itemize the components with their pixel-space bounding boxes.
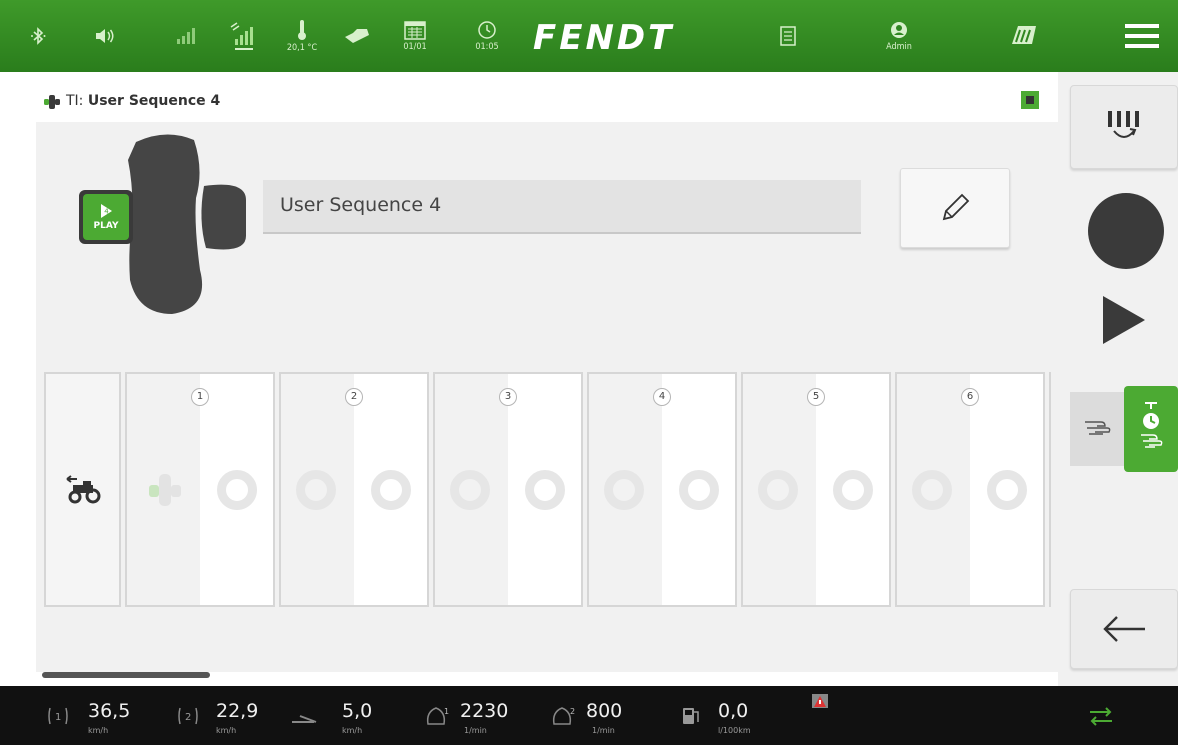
sequence-step-5[interactable]: 5: [741, 372, 891, 607]
temperature-readout: 20,1 °C: [286, 43, 318, 53]
rpm1-value: 2230: [460, 700, 509, 722]
sequence-step-2[interactable]: 2: [279, 372, 429, 607]
pedal-icon: [292, 715, 317, 723]
play-label: PLAY: [93, 221, 119, 231]
speed3-value: 5,0: [342, 700, 373, 722]
engine-rpm-icon: 1: [426, 707, 449, 725]
empty-slot-icon: [679, 470, 719, 510]
rpm2-unit: 1/min: [592, 726, 615, 735]
empty-slot-icon: [912, 470, 952, 510]
page-title: TI: User Sequence 4: [66, 93, 220, 109]
play-number: 4: [104, 208, 109, 216]
svg-text:1: 1: [55, 712, 61, 723]
field-icon[interactable]: [1008, 0, 1042, 72]
tractor-hitch-icon: [342, 0, 372, 72]
hand-icon: [1085, 421, 1111, 435]
speed3-unit: km/h: [342, 726, 363, 735]
empty-slot-icon: [296, 470, 336, 510]
svg-text:1: 1: [444, 707, 449, 716]
implement-cycle-button[interactable]: [1070, 85, 1178, 169]
manual-mode-option[interactable]: [1070, 392, 1126, 466]
speed2-value: 22,9: [216, 700, 259, 722]
date-readout: 01/01: [403, 42, 427, 52]
speed1-unit: km/h: [88, 726, 109, 735]
tractor-back-icon: [65, 474, 100, 503]
speed1-value: 36,5: [88, 700, 131, 722]
fuel-pump-icon: [683, 708, 699, 724]
rpm2-value: 800: [586, 700, 623, 722]
pencil-icon: [942, 193, 970, 221]
title-name: User Sequence 4: [87, 93, 221, 109]
status-bar: 20,1 °C 01/01 01:05 FENDT Admin: [0, 0, 1178, 72]
step-number: 2: [345, 388, 363, 406]
empty-slot-icon: [833, 470, 873, 510]
tractor-start-cell[interactable]: [44, 372, 121, 607]
speaker-icon: [92, 0, 118, 72]
menu-icon[interactable]: [1122, 0, 1162, 72]
arrow-left-icon: [1103, 616, 1145, 642]
play-icon: 4: [101, 204, 112, 218]
sequence-editor-panel: TI: User Sequence 4 4 PLAY User Sequence…: [36, 82, 1058, 672]
stop-indicator[interactable]: [1021, 91, 1039, 109]
bluetooth-icon: [28, 0, 50, 72]
wheel-speed-icon: 1: [48, 707, 68, 725]
implement-cycle-icon: [1108, 111, 1139, 138]
horizontal-scrollbar[interactable]: [42, 672, 210, 678]
fuel-value: 0,0: [718, 700, 749, 722]
sequence-step-4[interactable]: 4: [587, 372, 737, 607]
svg-text:2: 2: [185, 712, 191, 723]
empty-slot-icon: [450, 470, 490, 510]
svg-text:2: 2: [570, 707, 575, 716]
fuel-unit: l/100km: [718, 726, 751, 735]
empty-slot-icon: [525, 470, 565, 510]
step-number: 3: [499, 388, 517, 406]
empty-slot-icon: [604, 470, 644, 510]
time-readout: 01:05: [475, 42, 499, 52]
document-icon[interactable]: [776, 0, 800, 72]
play-button[interactable]: 4 PLAY: [79, 190, 133, 244]
step-number: 5: [807, 388, 825, 406]
edit-name-button[interactable]: [900, 168, 1010, 248]
back-button[interactable]: [1070, 589, 1178, 669]
empty-slot-icon: [371, 470, 411, 510]
play-sequence-button[interactable]: [1101, 294, 1149, 346]
step-number: 1: [191, 388, 209, 406]
engine-rpm-icon: 2: [552, 707, 575, 725]
swap-icon: [1090, 707, 1112, 726]
empty-slot-icon: [987, 470, 1027, 510]
brand-logo: FENDT: [533, 18, 675, 58]
signal-icon: [172, 0, 198, 72]
title-prefix: TI:: [66, 93, 84, 109]
mode-toggle[interactable]: [1070, 386, 1178, 472]
timer-hand-icon: [1141, 402, 1163, 448]
user-name: Admin: [886, 42, 912, 52]
sequence-step-6[interactable]: 6: [895, 372, 1045, 607]
calendar-icon: 01/01: [398, 0, 432, 72]
empty-slot-icon: [758, 470, 798, 510]
wheel-speed-icon: 2: [178, 707, 198, 725]
rpm1-unit: 1/min: [464, 726, 487, 735]
clock-icon: 01:05: [470, 0, 504, 72]
machine-status-bar: 1 36,5 km/h 2 22,9 km/h 5,0 km/h 1 2230 …: [0, 686, 1178, 745]
sequence-step-7-edge: [1049, 372, 1053, 607]
timed-mode-option[interactable]: [1124, 386, 1178, 472]
joystick-ghost-icon: [149, 474, 181, 506]
joystick-icon: [44, 95, 60, 109]
warning-tractor-icon: [812, 694, 828, 708]
sequence-steps-strip: 1 2 3 4 5 6: [44, 372, 1058, 607]
gps-signal-icon: [226, 0, 258, 72]
sequence-step-3[interactable]: 3: [433, 372, 583, 607]
step-number: 6: [961, 388, 979, 406]
panel-header: TI: User Sequence 4: [36, 82, 1058, 122]
thermometer-icon: 20,1 °C: [280, 0, 324, 72]
sequence-name-field[interactable]: User Sequence 4: [263, 180, 861, 234]
speed2-unit: km/h: [216, 726, 237, 735]
record-button[interactable]: [1088, 193, 1164, 269]
step-number: 4: [653, 388, 671, 406]
empty-slot-icon: [217, 470, 257, 510]
user-icon[interactable]: Admin: [874, 0, 924, 72]
sequence-control-column: [1058, 72, 1178, 686]
sequence-step-1[interactable]: 1: [125, 372, 275, 607]
